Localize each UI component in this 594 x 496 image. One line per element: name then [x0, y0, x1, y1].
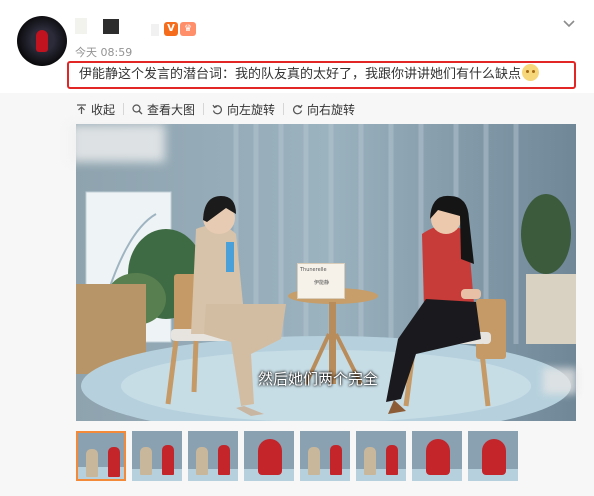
rotate-left-icon	[212, 104, 223, 115]
thumbnail-strip	[76, 431, 518, 481]
post-text-content: 伊能静这个发言的潜台词：我的队友真的太好了，我跟你讲讲她们有什么缺点	[79, 67, 522, 82]
avatar[interactable]	[17, 16, 67, 66]
video-subtitle: 然后她们两个完全	[258, 370, 379, 388]
view-large-label: 查看大图	[147, 102, 196, 117]
collapse-icon	[76, 103, 87, 115]
zoom-icon	[132, 103, 143, 115]
collapse-button[interactable]: 收起	[76, 101, 115, 118]
username-redacted-2	[151, 24, 159, 36]
redacted-watermark-bottom	[543, 368, 577, 394]
rotate-right-icon	[292, 104, 303, 115]
thumbnail[interactable]	[468, 431, 518, 481]
show-card-name: 伊能静	[314, 280, 330, 286]
rotate-left-button[interactable]: 向左旋转	[212, 101, 275, 118]
thumbnail[interactable]	[412, 431, 462, 481]
rotate-right-button[interactable]: 向右旋转	[292, 101, 355, 118]
member-badge-icon: ♛	[180, 22, 196, 36]
toolbar-divider	[123, 103, 125, 115]
avatar-figure	[36, 30, 48, 52]
show-card: Thunerelle 伊能静	[297, 263, 345, 299]
collapse-label: 收起	[91, 102, 116, 117]
thumbnail[interactable]	[300, 431, 350, 481]
rotate-left-label: 向左旋转	[227, 102, 276, 117]
view-large-button[interactable]: 查看大图	[132, 101, 195, 118]
post-time[interactable]: 今天 08:59	[75, 44, 132, 60]
image-toolbar: 收起 查看大图 向左旋转 向右旋转	[76, 100, 355, 118]
username-redacted	[75, 18, 87, 34]
post-text: 伊能静这个发言的潜台词：我的队友真的太好了，我跟你讲讲她们有什么缺点	[67, 61, 576, 89]
thumbnail[interactable]	[188, 431, 238, 481]
toolbar-divider	[283, 103, 285, 115]
verified-badge: V	[164, 22, 178, 36]
username-block[interactable]	[103, 19, 119, 34]
thumbnail[interactable]	[76, 431, 126, 481]
thumbnail[interactable]	[132, 431, 182, 481]
toolbar-divider	[203, 103, 205, 115]
rotate-right-label: 向右旋转	[307, 102, 356, 117]
redacted-watermark-top	[70, 124, 165, 162]
thumbnail[interactable]	[356, 431, 406, 481]
show-card-brand: Thunerelle	[300, 267, 327, 273]
chevron-down-icon[interactable]	[560, 14, 578, 32]
emoji-icon	[522, 64, 540, 81]
thumbnail[interactable]	[244, 431, 294, 481]
